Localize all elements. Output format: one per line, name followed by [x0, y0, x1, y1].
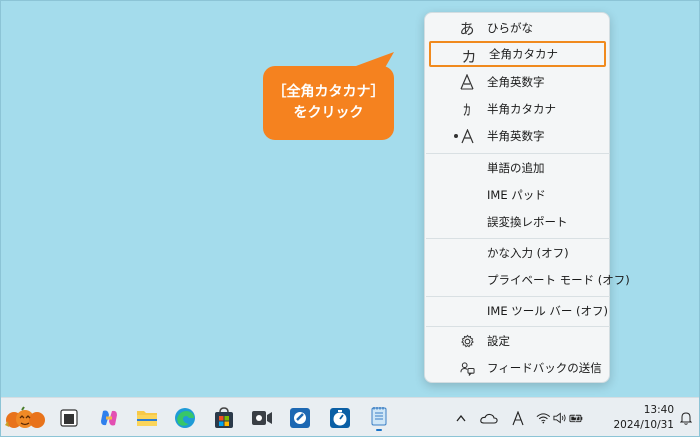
menu-item-hiragana[interactable]: あ ひらがな: [425, 15, 609, 41]
start-button[interactable]: [57, 398, 81, 437]
menu-item-label: 設定: [487, 334, 510, 348]
menu-item-label: 単語の追加: [487, 161, 545, 175]
clock-date: 2024/10/31: [613, 419, 674, 431]
onedrive-button[interactable]: [478, 398, 500, 437]
notifications-button[interactable]: [678, 398, 694, 437]
menu-item-ime-toolbar[interactable]: IME ツール バー (オフ): [425, 298, 609, 324]
ime-context-menu: あ ひらがな カ 全角カタカナ 全角英数字 ｶ 半角カタカナ 半角英数字 単語の…: [424, 12, 630, 383]
menu-item-label: 半角カタカナ: [487, 102, 556, 116]
katakana-icon: カ: [461, 47, 477, 66]
menu-item-kana-input[interactable]: かな入力 (オフ): [425, 240, 609, 266]
menu-item-label: 誤変換レポート: [487, 215, 568, 229]
menu-item-zenkaku-katakana[interactable]: カ 全角カタカナ: [429, 41, 606, 67]
weather-widget[interactable]: [2, 398, 48, 437]
menu-divider: [426, 296, 610, 297]
menu-item-label: プライベート モード (オフ): [487, 273, 630, 287]
gear-icon: [455, 328, 479, 354]
menu-divider: [426, 153, 610, 154]
ime-mode-icon: [512, 410, 524, 425]
app-button-3[interactable]: [327, 398, 353, 437]
menu-divider: [426, 238, 610, 239]
notepad-button[interactable]: [366, 398, 392, 437]
edge-icon: [175, 408, 195, 428]
clock[interactable]: 13:40 2024/10/31: [602, 403, 674, 433]
volume-icon: [553, 412, 566, 424]
file-explorer-button[interactable]: [134, 398, 160, 437]
clock-time: 13:40: [643, 404, 674, 416]
fullwidth-alpha-icon: [455, 69, 479, 95]
pumpkin-icon: [5, 406, 45, 428]
app-button-1[interactable]: [249, 398, 275, 437]
chevron-up-icon: [456, 414, 466, 421]
menu-item-zenkaku-eisu[interactable]: 全角英数字: [425, 69, 609, 95]
menu-item-label: 全角カタカナ: [489, 47, 558, 61]
menu-item-hankaku-eisu[interactable]: 半角英数字: [425, 123, 609, 149]
callout-line-2: をクリック: [293, 105, 364, 121]
feedback-icon: [455, 355, 479, 381]
menu-item-send-feedback[interactable]: フィードバックの送信: [425, 355, 609, 381]
menu-item-conversion-report[interactable]: 誤変換レポート: [425, 209, 609, 235]
alpha-icon: [455, 123, 479, 149]
menu-item-settings[interactable]: 設定: [425, 328, 609, 354]
support-app-icon: [290, 408, 310, 428]
record-app-icon: [252, 411, 272, 425]
taskbar: 13:40 2024/10/31: [0, 397, 700, 437]
menu-divider: [426, 326, 610, 327]
callout-line-1: ［全角カタカナ］: [272, 84, 385, 100]
store-button[interactable]: [211, 398, 237, 437]
folder-icon: [137, 411, 157, 426]
notepad-icon: [371, 407, 387, 431]
menu-item-ime-pad[interactable]: IME パッド: [425, 182, 609, 208]
menu-item-label: かな入力 (オフ): [487, 246, 569, 260]
copilot-button[interactable]: [96, 398, 122, 437]
battery-icon: [569, 412, 583, 423]
menu-item-hankaku-katakana[interactable]: ｶ 半角カタカナ: [425, 96, 609, 122]
menu-item-label: IME パッド: [487, 188, 546, 202]
halfwidth-katakana-icon: ｶ: [463, 100, 471, 119]
start-icon: [60, 409, 78, 427]
cloud-icon: [480, 413, 498, 424]
wifi-icon: [536, 413, 551, 424]
menu-item-label: 全角英数字: [487, 75, 545, 89]
menu-item-private-mode[interactable]: プライベート モード (オフ): [425, 267, 630, 293]
menu-item-add-word[interactable]: 単語の追加: [425, 155, 609, 181]
store-icon: [215, 407, 233, 428]
hiragana-icon: あ: [459, 19, 475, 38]
gauge-app-icon: [330, 408, 350, 428]
bell-icon: [680, 412, 692, 425]
menu-item-label: フィードバックの送信: [487, 361, 602, 375]
edge-button[interactable]: [172, 398, 198, 437]
instruction-callout: ［全角カタカナ］ をクリック: [263, 66, 394, 140]
menu-item-label: 半角英数字: [487, 129, 545, 143]
ime-indicator[interactable]: [510, 398, 526, 437]
menu-item-label: IME ツール バー (オフ): [487, 304, 609, 318]
menu-item-label: ひらがな: [487, 21, 533, 35]
app-button-2[interactable]: [287, 398, 313, 437]
quick-settings-button[interactable]: [536, 398, 584, 437]
copilot-icon: [101, 410, 117, 426]
show-hidden-icons-button[interactable]: [454, 398, 468, 437]
